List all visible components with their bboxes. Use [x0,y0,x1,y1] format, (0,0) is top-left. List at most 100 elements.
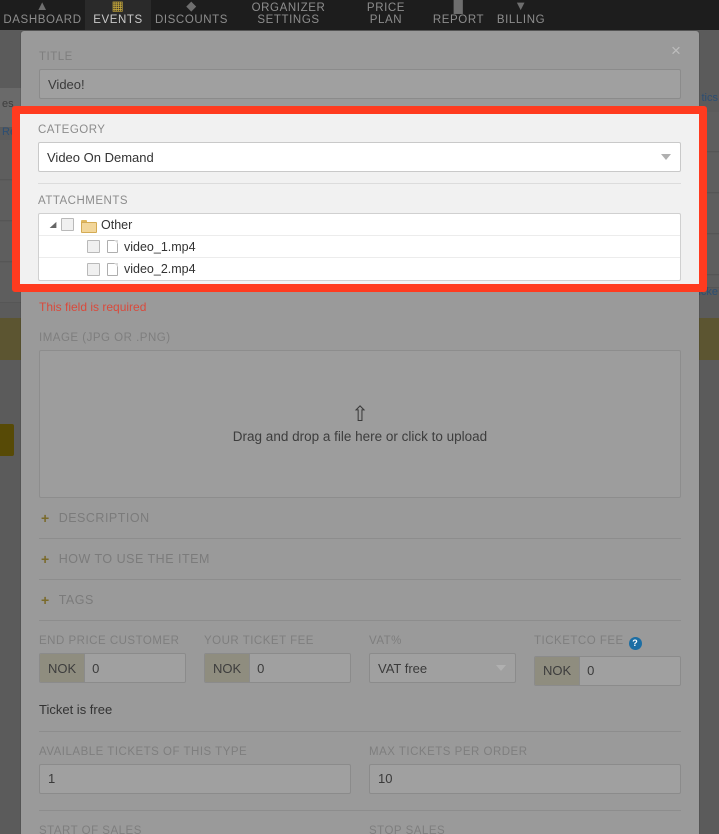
accordion-list: + DESCRIPTION + HOW TO USE THE ITEM + TAGS [39,498,681,621]
vat-select[interactable]: VAT free [369,653,516,683]
accordion-how-to-use-the-item[interactable]: + HOW TO USE THE ITEM [39,539,681,580]
free-ticket-note: Ticket is free [39,702,681,732]
available-tickets-input[interactable]: 1 [39,763,351,794]
end-price-value[interactable]: 0 [85,654,185,682]
nav-item-label: DASHBOARD [3,14,82,26]
tree-checkbox[interactable] [61,218,74,231]
ticketco-fee-input[interactable]: NOK 0 [534,655,681,686]
currency-prefix: NOK [205,654,251,682]
price-row: END PRICE CUSTOMER NOK 0 YOUR TICKET FEE… [39,635,681,686]
shield-icon: ▼ [514,0,528,13]
ticketco-fee-label: TICKETCO FEE? [534,635,681,650]
nav-item-label: PRICE PLAN [366,2,406,26]
plus-icon: + [41,510,50,526]
end-price-group: END PRICE CUSTOMER NOK 0 [39,635,186,686]
start-sales-label: START OF SALES [39,824,142,834]
tree-expand-toggle-icon[interactable]: ◢ [44,220,62,229]
tag-icon: ◆ [186,0,197,13]
image-dropzone[interactable]: ⇧ Drag and drop a file here or click to … [39,350,681,498]
tree-node-label: video_1.mp4 [124,239,196,254]
tree-node-label: Other [101,217,133,232]
end-price-label: END PRICE CUSTOMER [39,635,180,647]
available-tickets-group: AVAILABLE TICKETS OF THIS TYPE 1 [39,746,351,794]
ticketco-fee-label-text: TICKETCO FEE [534,635,624,647]
background-yellow-button-bright[interactable] [0,424,14,456]
nav-item-label: BILLING [496,14,546,26]
plus-icon: + [41,592,50,608]
image-label: IMAGE (JPG OR .PNG) [39,332,171,344]
file-icon [107,262,118,276]
calendar-icon: ▦ [111,0,125,13]
close-icon[interactable]: × [665,40,687,62]
nav-item-label: ORGANIZER SETTINGS [251,2,326,26]
accordion-label: DESCRIPTION [58,511,150,525]
end-price-input[interactable]: NOK 0 [39,653,186,683]
stop-sales-label: STOP SALES [369,824,446,834]
max-per-order-input[interactable]: 10 [369,763,681,794]
plus-icon: + [41,551,50,567]
currency-prefix: NOK [535,656,581,685]
accordion-tags[interactable]: + TAGS [39,580,681,621]
vat-group: VAT% VAT free [369,635,516,686]
background-left-text: es [2,98,14,110]
vat-label: VAT% [369,635,402,647]
file-icon [107,240,118,253]
attachments-tree: ◢ Other video_1.mp4 video_2.mp4 [38,213,681,281]
background-yellow-button[interactable] [0,318,23,360]
ticket-fee-label: YOUR TICKET FEE [204,635,314,647]
nav-item-label: EVENTS [93,14,143,26]
category-value: Video On Demand [47,149,154,165]
stop-sales-group: STOP SALES [369,825,681,834]
upload-icon: ⇧ [351,402,369,426]
sales-row: START OF SALES STOP SALES [39,825,681,834]
accordion-description[interactable]: + DESCRIPTION [39,498,681,539]
chevron-down-icon [661,154,671,160]
divider [38,183,681,184]
tree-folder-row[interactable]: ◢ Other [39,214,680,236]
background-left-link[interactable]: Rec [2,126,22,138]
required-error-text: This field is required [39,300,147,314]
nav-item-discounts[interactable]: ◆ DISCOUNTS [151,0,232,30]
accordion-label: TAGS [58,593,94,607]
vat-value: VAT free [378,660,428,676]
nav-item-dashboard[interactable]: ▲ DASHBOARD [0,0,85,30]
help-circle-icon[interactable]: ? [628,636,642,650]
nav-item-billing[interactable]: ▼ BILLING [490,0,552,30]
ticket-fee-group: YOUR TICKET FEE NOK 0 [204,635,351,686]
nav-item-label: DISCOUNTS [154,14,229,26]
tree-file-row[interactable]: video_2.mp4 [39,258,680,280]
nav-item-organizer-settings[interactable]: ▬ORGANIZER SETTINGS [232,0,345,30]
attachments-label: ATTACHMENTS [38,195,129,207]
background-right-text: tics [701,92,719,104]
nav-item-price-plan[interactable]: ▣PRICE PLAN [345,0,427,30]
folder-icon [81,219,97,233]
tree-file-row[interactable]: video_1.mp4 [39,236,680,258]
max-per-order-label: MAX TICKETS PER ORDER [369,745,528,758]
ticketco-fee-group: TICKETCO FEE? NOK 0 [534,635,681,686]
bar-chart-icon: █ [453,0,464,13]
ticket-fee-value[interactable]: 0 [250,654,350,682]
title-field-group: TITLE Video! [39,51,681,99]
title-label: TITLE [39,51,73,63]
available-tickets-label: AVAILABLE TICKETS OF THIS TYPE [39,745,248,758]
ticket-fee-input[interactable]: NOK 0 [204,653,351,683]
background-right-link[interactable]: icke [698,286,718,298]
tree-node-label: video_2.mp4 [124,262,196,276]
highlighted-region: CATEGORY Video On Demand ATTACHMENTS ◢ Ot… [20,114,699,284]
accordion-label: HOW TO USE THE ITEM [58,552,210,566]
dropzone-text: Drag and drop a file here or click to up… [232,428,488,444]
chevron-down-icon [496,665,506,671]
ticketco-fee-value[interactable]: 0 [580,656,680,685]
nav-item-events[interactable]: ▦ EVENTS [85,0,151,30]
tree-checkbox[interactable] [87,262,100,276]
divider [39,809,681,811]
currency-prefix: NOK [40,654,86,682]
tree-checkbox[interactable] [87,240,100,253]
category-select[interactable]: Video On Demand [38,142,681,172]
title-input[interactable]: Video! [39,69,681,99]
tickets-row: AVAILABLE TICKETS OF THIS TYPE 1 MAX TIC… [39,746,681,794]
nav-item-report[interactable]: █ REPORT [427,0,490,30]
nav-item-label: REPORT [432,14,485,26]
max-per-order-group: MAX TICKETS PER ORDER 10 [369,746,681,794]
basket-icon: ▲ [35,0,50,13]
